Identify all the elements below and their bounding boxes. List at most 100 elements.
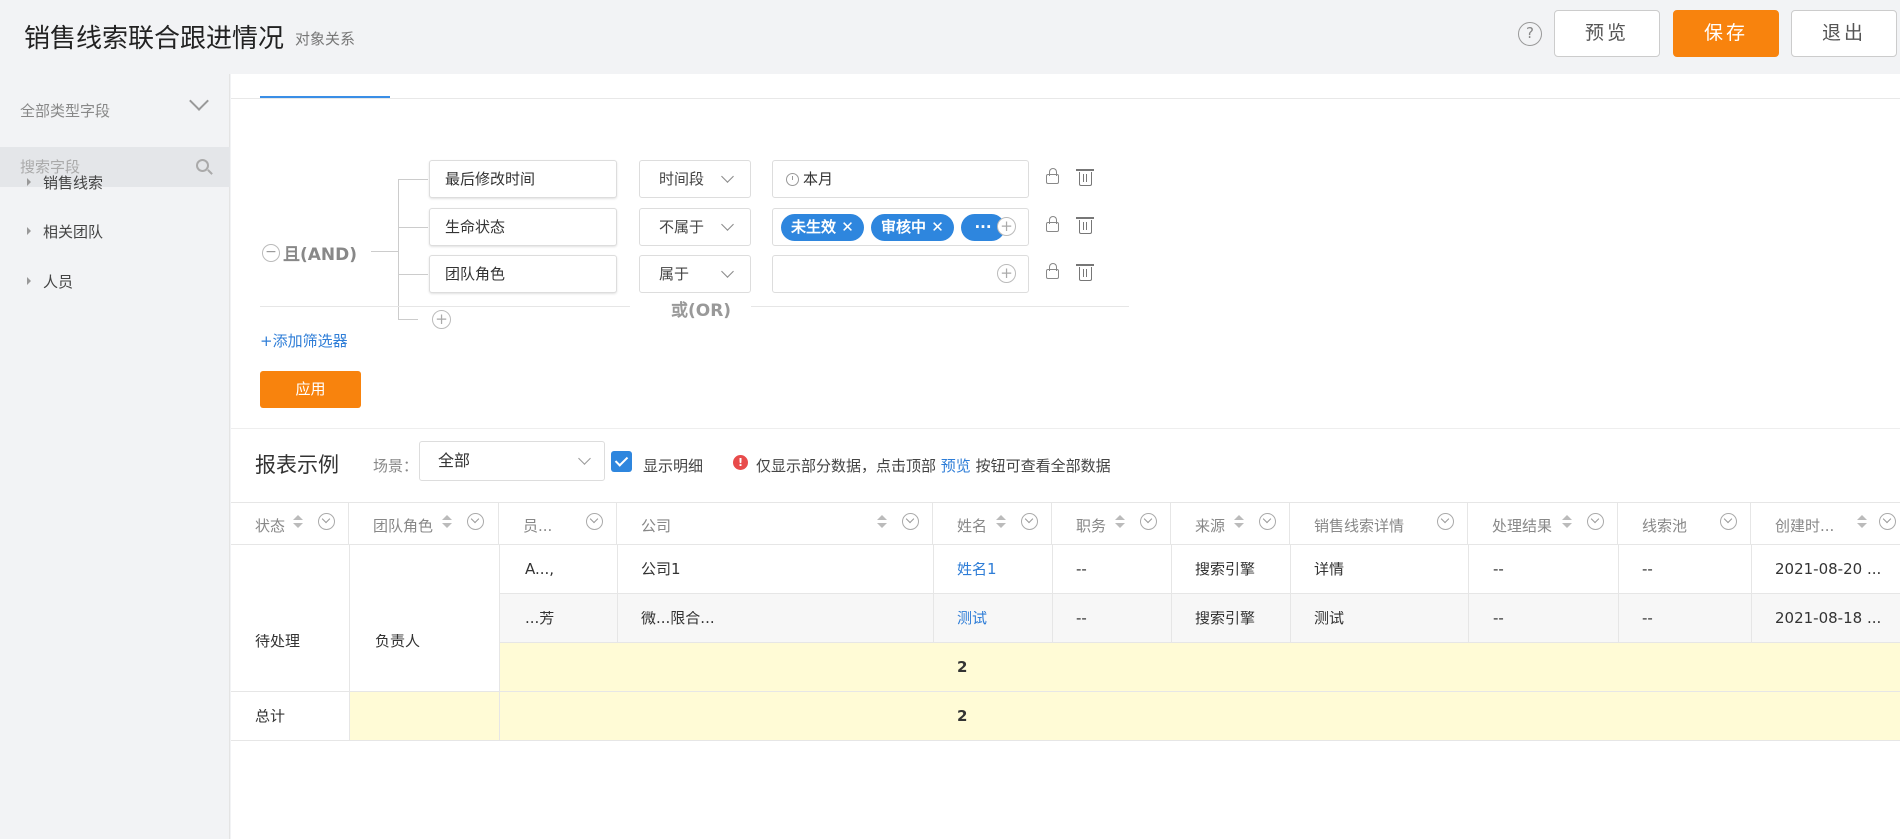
filter-icon[interactable]	[902, 513, 919, 530]
filter-icon[interactable]	[1587, 513, 1604, 530]
clock-icon	[786, 173, 799, 186]
role-cell: 负责人	[375, 634, 421, 649]
filter-icon[interactable]	[1720, 513, 1737, 530]
top-header: 销售线索联合跟进情况 对象关系 ? 预览 保存 退出	[0, 0, 1900, 74]
column-header[interactable]: 线索池	[1618, 502, 1751, 544]
column-header[interactable]: 团队角色	[349, 502, 499, 544]
condition-value-input[interactable]: +	[772, 255, 1029, 293]
filter-icon[interactable]	[1021, 513, 1038, 530]
column-header[interactable]: 状态	[231, 502, 349, 544]
condition-field-select[interactable]: 最后修改时间	[429, 160, 617, 198]
add-value-icon[interactable]: +	[997, 217, 1016, 236]
caret-right-icon	[27, 227, 31, 235]
column-header[interactable]: 创建时...	[1751, 502, 1900, 544]
section-divider	[231, 428, 1900, 429]
show-detail-label[interactable]: 显示明细	[643, 455, 703, 476]
add-condition-icon[interactable]: +	[432, 310, 451, 329]
subtotal-value: 2	[957, 660, 968, 675]
value-tag[interactable]: 未生效 ✕	[781, 214, 864, 241]
column-header-label: 状态	[255, 517, 286, 535]
condition-operator-select[interactable]: 时间段	[639, 160, 751, 198]
tree-item-people[interactable]: 人员	[27, 271, 73, 292]
column-header[interactable]: 销售线索详情	[1290, 502, 1468, 544]
main-panel: − 且(AND) 最后修改时间 时间段 本月 生命状态 不属于 未生效 ✕ 审核…	[231, 74, 1900, 839]
sort-icon[interactable]	[1115, 515, 1125, 529]
bracket-line	[398, 227, 428, 228]
add-value-icon[interactable]: +	[997, 264, 1016, 283]
created-cell: 2021-08-20 ...	[1775, 562, 1882, 577]
sort-icon[interactable]	[877, 515, 887, 529]
caret-right-icon	[27, 277, 31, 285]
source-cell: 搜索引擎	[1195, 611, 1256, 626]
tab-divider	[231, 98, 1900, 99]
sort-icon[interactable]	[1562, 515, 1572, 529]
save-button[interactable]: 保存	[1673, 10, 1779, 57]
search-icon[interactable]	[196, 159, 209, 172]
filter-icon[interactable]	[1437, 513, 1454, 530]
collapse-group-icon[interactable]: −	[262, 244, 280, 262]
column-header[interactable]: 公司	[617, 502, 933, 544]
filter-icon[interactable]	[1140, 513, 1157, 530]
trash-icon[interactable]	[1076, 264, 1094, 281]
filter-icon[interactable]	[1879, 513, 1896, 530]
name-link[interactable]: 测试	[957, 611, 987, 626]
column-header[interactable]: 职务	[1052, 502, 1171, 544]
condition-operator-select[interactable]: 属于	[639, 255, 751, 293]
condition-field-select[interactable]: 生命状态	[429, 208, 617, 246]
filter-icon[interactable]	[1259, 513, 1276, 530]
notice-preview-link[interactable]: 预览	[941, 457, 971, 475]
pool-cell: --	[1642, 562, 1653, 577]
bracket-line	[398, 274, 428, 275]
bracket-line	[398, 319, 418, 320]
apply-button[interactable]: 应用	[260, 371, 361, 408]
name-link[interactable]: 姓名1	[957, 562, 997, 577]
lock-icon[interactable]	[1046, 216, 1059, 232]
condition-value-input[interactable]: 本月	[772, 160, 1029, 198]
table-border	[349, 544, 350, 740]
tree-item-related-team[interactable]: 相关团队	[27, 221, 103, 242]
trash-icon[interactable]	[1076, 169, 1094, 186]
sort-icon[interactable]	[1234, 515, 1244, 529]
column-header[interactable]: 姓名	[933, 502, 1052, 544]
exit-button[interactable]: 退出	[1791, 10, 1897, 57]
sort-icon[interactable]	[293, 515, 303, 529]
add-filter-link[interactable]: +添加筛选器	[260, 330, 348, 351]
tree-item-label: 人员	[43, 273, 74, 291]
lock-icon[interactable]	[1046, 168, 1059, 184]
lock-icon[interactable]	[1046, 263, 1059, 279]
column-header[interactable]: 来源	[1171, 502, 1290, 544]
scene-select[interactable]: 全部	[419, 441, 605, 481]
help-icon[interactable]: ?	[1518, 22, 1542, 46]
trash-icon[interactable]	[1076, 217, 1094, 234]
sort-icon[interactable]	[996, 515, 1006, 529]
value-tag[interactable]: 审核中 ✕	[871, 214, 954, 241]
show-detail-checkbox[interactable]	[611, 451, 632, 472]
column-header[interactable]: 处理结果	[1468, 502, 1618, 544]
warning-icon: !	[733, 455, 748, 470]
chevron-down-icon[interactable]	[189, 91, 209, 111]
column-header[interactable]: 员...	[499, 502, 617, 544]
condition-field-select[interactable]: 团队角色	[429, 255, 617, 293]
source-cell: 搜索引擎	[1195, 562, 1256, 577]
sort-icon[interactable]	[1857, 515, 1867, 529]
tree-item-sales-leads[interactable]: 销售线索	[27, 172, 103, 193]
column-header-label: 团队角色	[373, 517, 434, 535]
condition-operator-select[interactable]: 不属于	[639, 208, 751, 246]
scene-value: 全部	[438, 451, 471, 470]
table-border	[499, 593, 1900, 594]
chevron-down-icon	[721, 218, 734, 231]
condition-value: 本月	[803, 170, 834, 188]
sort-icon[interactable]	[442, 515, 452, 529]
operator-label: 不属于	[659, 218, 705, 236]
detail-cell: 测试	[1314, 611, 1345, 626]
preview-button[interactable]: 预览	[1554, 10, 1660, 57]
or-label: 或(OR)	[671, 301, 732, 321]
table-border	[231, 691, 1900, 692]
filter-icon[interactable]	[586, 513, 603, 530]
filter-icon[interactable]	[467, 513, 484, 530]
field-type-select[interactable]: 全部类型字段	[20, 100, 110, 121]
filter-icon[interactable]	[318, 513, 335, 530]
condition-value-tags[interactable]: 未生效 ✕ 审核中 ✕ ··· +	[772, 208, 1029, 246]
column-header-label: 处理结果	[1492, 517, 1553, 535]
column-header-label: 创建时...	[1775, 517, 1835, 535]
